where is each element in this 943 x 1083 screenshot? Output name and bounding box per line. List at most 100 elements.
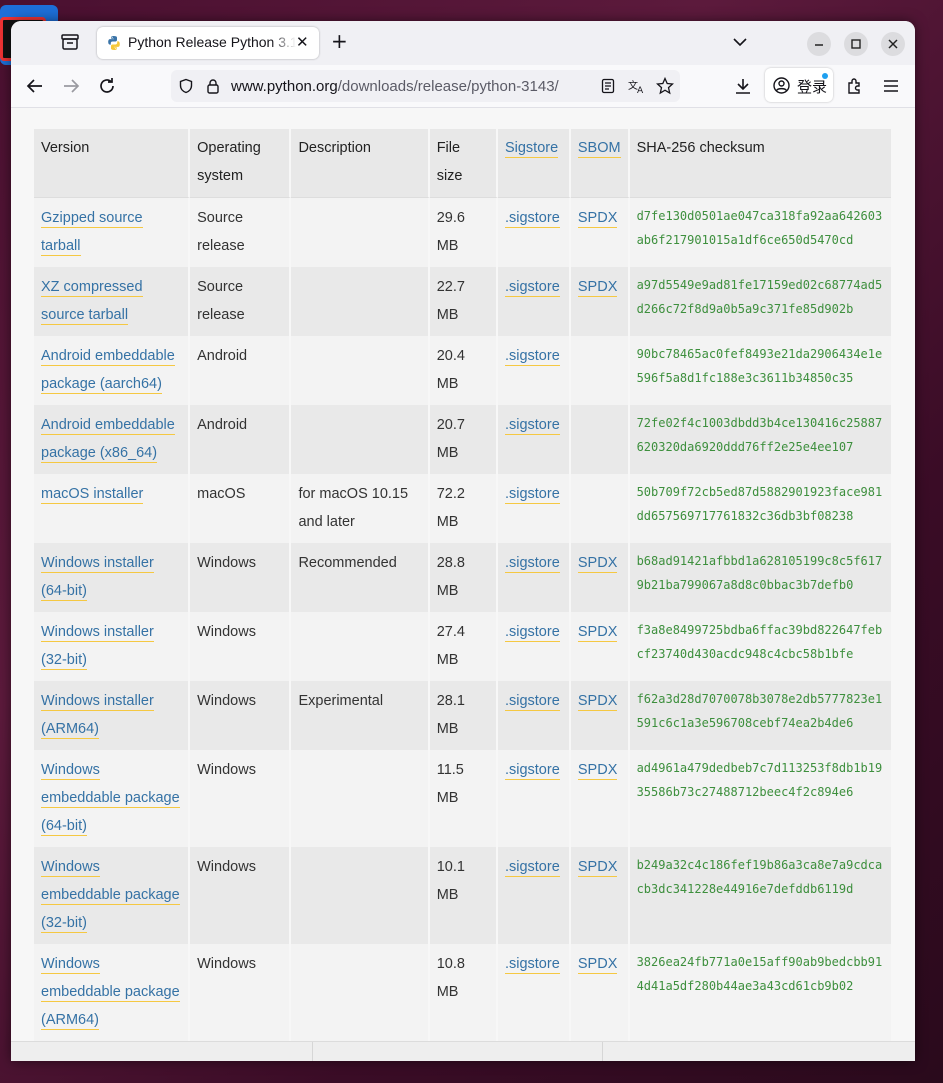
forward-arrow-icon[interactable] — [62, 77, 80, 95]
table-row: Windows installer (ARM64) Windows Experime… — [34, 681, 891, 750]
version-link[interactable]: Gzipped source tarball — [41, 210, 143, 256]
chevron-down-icon[interactable] — [733, 35, 747, 49]
file-size-cell: 20.7 MB — [429, 405, 498, 474]
sbom-link[interactable]: SPDX — [577, 762, 618, 780]
maximize-icon — [851, 39, 861, 49]
sigstore-link[interactable]: .sigstore — [504, 417, 560, 435]
sigstore-cell: .sigstore — [497, 944, 571, 1041]
version-link[interactable]: Windows installer (64-bit) — [41, 555, 154, 601]
sigstore-link[interactable]: .sigstore — [504, 348, 560, 366]
maximize-button[interactable] — [844, 32, 868, 56]
reload-icon[interactable] — [98, 77, 116, 95]
extensions-icon[interactable] — [846, 77, 864, 95]
os-cell: Android — [190, 405, 292, 474]
download-icon[interactable] — [734, 77, 752, 95]
sbom-link[interactable]: SPDX — [577, 279, 618, 297]
sigstore-header-link[interactable]: Sigstore — [504, 140, 559, 158]
sigstore-cell: .sigstore — [497, 681, 571, 750]
sha256-cell: ad4961a479dedbeb7c7d113253f8db1b1935586b… — [629, 750, 891, 847]
url-bar[interactable]: www.python.org/downloads/release/python-… — [171, 70, 680, 102]
sbom-link[interactable]: SPDX — [577, 624, 618, 642]
sbom-link[interactable]: SPDX — [577, 555, 618, 573]
sigstore-cell: .sigstore — [497, 750, 571, 847]
url-text[interactable]: www.python.org/downloads/release/python-… — [231, 78, 559, 95]
sigstore-cell: .sigstore — [497, 612, 571, 681]
sbom-cell — [570, 336, 630, 405]
lock-icon[interactable] — [206, 78, 220, 94]
table-row: macOS installer macOS for macOS 10.15 and … — [34, 474, 891, 543]
sigstore-cell: .sigstore — [497, 543, 571, 612]
version-link[interactable]: Windows installer (32-bit) — [41, 624, 154, 670]
os-cell: Source release — [190, 198, 292, 267]
sha256-cell: 50b709f72cb5ed87d5882901923face981dd6575… — [629, 474, 891, 543]
status-divider — [312, 1042, 313, 1061]
menu-icon[interactable] — [882, 77, 900, 95]
tab-overview-icon[interactable] — [61, 34, 79, 50]
sigstore-link[interactable]: .sigstore — [504, 956, 560, 974]
version-link[interactable]: Windows embeddable package (32-bit) — [41, 859, 180, 933]
file-size-cell: 28.1 MB — [429, 681, 498, 750]
sbom-link[interactable]: SPDX — [577, 956, 618, 974]
version-link[interactable]: Windows installer (ARM64) — [41, 693, 154, 739]
sigstore-link[interactable]: .sigstore — [504, 486, 560, 504]
version-link[interactable]: Android embeddable package (x86_64) — [41, 417, 175, 463]
sha256-cell: b249a32c4c186fef19b86a3ca8e7a9cdcacb3dc3… — [629, 847, 891, 944]
file-size-cell: 20.4 MB — [429, 336, 498, 405]
sigstore-link[interactable]: .sigstore — [504, 210, 560, 228]
version-link[interactable]: Windows embeddable package (ARM64) — [41, 956, 180, 1030]
url-path: /downloads/release/python-3143/ — [337, 78, 559, 95]
tab-bar: Python Release Python 3.14.3 ✕ + — [11, 21, 915, 65]
version-link[interactable]: macOS installer — [41, 486, 144, 504]
table-row: XZ compressed source tarball Source relea… — [34, 267, 891, 336]
tab-python-release[interactable]: Python Release Python 3.14.3 ✕ — [97, 27, 319, 59]
sbom-link[interactable]: SPDX — [577, 693, 618, 711]
file-size-cell: 11.5 MB — [429, 750, 498, 847]
sigstore-link[interactable]: .sigstore — [504, 693, 560, 711]
header-sigstore: Sigstore — [497, 129, 571, 198]
url-host: www.python.org — [231, 78, 338, 95]
shield-icon[interactable] — [178, 78, 194, 94]
minimize-button[interactable] — [807, 32, 831, 56]
sigstore-link[interactable]: .sigstore — [504, 624, 560, 642]
login-button[interactable]: 登录 — [765, 68, 833, 102]
back-arrow-icon[interactable] — [26, 77, 44, 95]
tab-title: Python Release Python 3.14.3 — [128, 34, 296, 50]
close-window-button[interactable] — [881, 32, 905, 56]
header-sbom: SBOM — [570, 129, 630, 198]
sbom-link[interactable]: SPDX — [577, 859, 618, 877]
sbom-cell — [570, 474, 630, 543]
navigation-bar: www.python.org/downloads/release/python-… — [11, 65, 915, 108]
version-link[interactable]: Android embeddable package (aarch64) — [41, 348, 175, 394]
version-link[interactable]: XZ compressed source tarball — [41, 279, 143, 325]
svg-text:A: A — [637, 86, 644, 94]
new-tab-icon[interactable]: + — [331, 31, 348, 51]
table-row: Windows embeddable package (ARM64) Window… — [34, 944, 891, 1041]
reader-view-icon[interactable] — [601, 78, 615, 94]
os-cell: Windows — [190, 681, 292, 750]
sigstore-link[interactable]: .sigstore — [504, 555, 560, 573]
os-cell: Windows — [190, 612, 292, 681]
sbom-cell: SPDX — [570, 944, 630, 1041]
sha256-cell: f62a3d28d7070078b3078e2db5777823e1591c6c… — [629, 681, 891, 750]
sigstore-link[interactable]: .sigstore — [504, 859, 560, 877]
sha256-cell: 90bc78465ac0fef8493e21da2906434e1e596f5a… — [629, 336, 891, 405]
sigstore-link[interactable]: .sigstore — [504, 762, 560, 780]
description-cell — [291, 336, 430, 405]
tab-close-icon[interactable]: ✕ — [296, 33, 309, 51]
sha256-cell: a97d5549e9ad81fe17159ed02c68774ad5d266c7… — [629, 267, 891, 336]
sbom-header-link[interactable]: SBOM — [577, 140, 621, 158]
sigstore-link[interactable]: .sigstore — [504, 279, 560, 297]
header-file-size: File size — [429, 129, 498, 198]
sigstore-cell: .sigstore — [497, 474, 571, 543]
os-cell: Windows — [190, 944, 292, 1041]
sbom-link[interactable]: SPDX — [577, 210, 618, 228]
description-cell — [291, 267, 430, 336]
browser-window: Python Release Python 3.14.3 ✕ + — [11, 21, 915, 1061]
bookmark-star-icon[interactable] — [656, 77, 674, 95]
translate-icon[interactable]: 文 A — [628, 78, 646, 94]
table-row: Android embeddable package (aarch64) Andr… — [34, 336, 891, 405]
version-cell: Windows embeddable package (32-bit) — [34, 847, 191, 944]
sbom-cell: SPDX — [570, 681, 630, 750]
sha256-cell: d7fe130d0501ae047ca318fa92aa642603ab6f21… — [629, 198, 891, 267]
version-link[interactable]: Windows embeddable package (64-bit) — [41, 762, 180, 836]
